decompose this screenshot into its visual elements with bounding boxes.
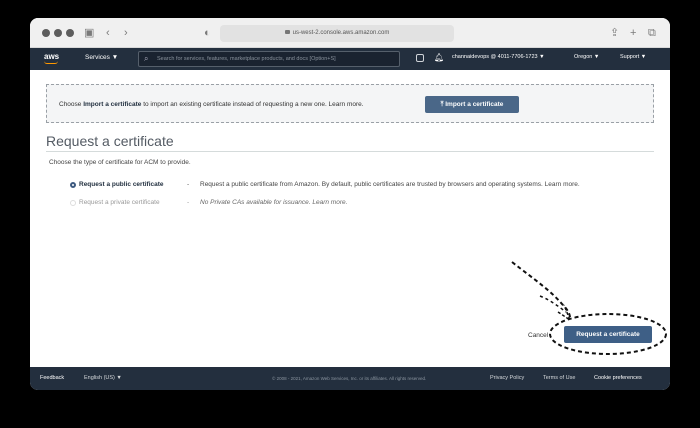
support-menu[interactable]: Support ▼ — [620, 54, 646, 60]
privacy-policy-link[interactable]: Privacy Policy — [490, 375, 524, 381]
public-certificate-radio[interactable] — [70, 182, 76, 188]
search-icon: ⌕ — [144, 54, 149, 63]
lock-icon — [284, 30, 290, 35]
back-icon[interactable]: ‹ — [106, 26, 110, 40]
region-menu[interactable]: Oregon ▼ — [574, 54, 599, 60]
banner-text: Choose Import a certificate to import an… — [59, 101, 364, 108]
annotation-arrowhead — [557, 304, 572, 322]
private-certificate-dash: - — [187, 199, 190, 206]
address-bar[interactable]: us-west-2.console.aws.amazon.com — [220, 25, 454, 42]
notifications-bell-icon[interactable]: 🔔︎ — [434, 53, 444, 62]
close-window-dot[interactable] — [42, 29, 50, 37]
maximize-window-dot[interactable] — [66, 29, 74, 37]
page-title: Request a certificate — [46, 133, 174, 149]
annotation-arrow — [511, 261, 571, 319]
privacy-shield-icon[interactable]: ◐ — [204, 26, 211, 40]
banner-text-prefix: Choose — [59, 101, 84, 108]
url-text: us-west-2.console.aws.amazon.com — [292, 30, 390, 36]
request-certificate-button[interactable]: Request a certificate — [564, 326, 652, 343]
import-info-banner: Choose Import a certificate to import an… — [46, 84, 654, 123]
services-menu[interactable]: Services ▼ — [85, 54, 118, 61]
copyright-text: © 2008 - 2021, Amazon Web Services, Inc.… — [272, 376, 427, 381]
feedback-link[interactable]: Feedback — [40, 375, 64, 381]
aws-top-nav: aws Services ▼ ⌕ Search for services, fe… — [30, 48, 670, 70]
import-certificate-button[interactable]: ⤒ Import a certificate — [425, 96, 519, 113]
title-divider — [46, 151, 654, 152]
public-certificate-description: Request a public certificate from Amazon… — [200, 181, 580, 188]
annotation-arrow-stroke — [539, 295, 567, 313]
search-placeholder: Search for services, features, marketpla… — [157, 56, 336, 62]
aws-logo[interactable]: aws — [44, 52, 59, 61]
browser-window: ▣ ‹ › ◐ us-west-2.console.aws.amazon.com… — [30, 18, 670, 390]
aws-footer: Feedback English (US) ▼ © 2008 - 2021, A… — [30, 367, 670, 390]
private-certificate-label[interactable]: Request a private certificate — [79, 199, 160, 206]
share-icon[interactable]: ⇪ — [610, 26, 619, 40]
new-tab-icon[interactable]: + — [630, 26, 636, 40]
cancel-button[interactable]: Cancel — [528, 332, 548, 339]
language-selector[interactable]: English (US) ▼ — [84, 375, 122, 381]
terms-of-use-link[interactable]: Terms of Use — [543, 375, 575, 381]
private-certificate-description: No Private CAs available for issuance. L… — [200, 199, 348, 206]
forward-icon[interactable]: › — [124, 26, 128, 40]
sidebar-icon[interactable]: ▣ — [84, 26, 94, 40]
tabs-overview-icon[interactable]: ⧉ — [648, 26, 656, 40]
browser-toolbar: ▣ ‹ › ◐ us-west-2.console.aws.amazon.com… — [30, 18, 670, 48]
banner-text-suffix: to import an existing certificate instea… — [141, 101, 364, 108]
search-input[interactable]: ⌕ Search for services, features, marketp… — [138, 51, 400, 67]
page-description: Choose the type of certificate for ACM t… — [49, 159, 191, 166]
cloudshell-icon[interactable] — [416, 54, 424, 62]
minimize-window-dot[interactable] — [54, 29, 62, 37]
account-menu[interactable]: channaidevops @ 4011-7706-1723 ▼ — [452, 54, 545, 60]
private-certificate-radio[interactable] — [70, 200, 76, 206]
import-button-label: Import a certificate — [445, 101, 504, 108]
aws-smile-icon — [44, 61, 58, 64]
cookie-preferences-link[interactable]: Cookie preferences — [594, 375, 642, 381]
public-certificate-label[interactable]: Request a public certificate — [79, 181, 164, 188]
public-certificate-dash: - — [187, 181, 190, 188]
import-certificate-link[interactable]: Import a certificate — [83, 101, 141, 108]
